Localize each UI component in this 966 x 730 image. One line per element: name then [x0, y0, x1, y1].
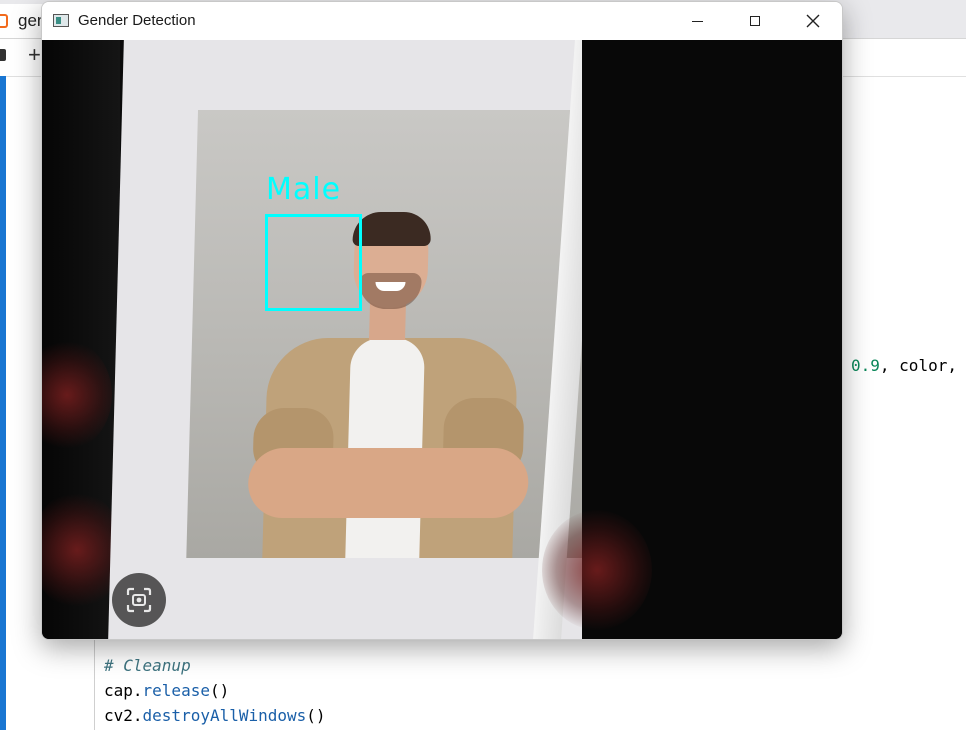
- gender-detection-window: Gender Detection Male: [41, 1, 843, 640]
- maximize-button[interactable]: [726, 2, 784, 40]
- add-cell-icon[interactable]: +: [28, 44, 41, 66]
- person-smile: [375, 282, 406, 291]
- maximize-icon: [750, 16, 760, 26]
- minimize-icon: [691, 20, 703, 22]
- notebook-icon: [0, 14, 8, 28]
- light-glow: [542, 510, 652, 630]
- person-crossed-arms: [247, 448, 530, 518]
- app-window-icon: [53, 14, 69, 27]
- screenshot-icon: [126, 587, 152, 613]
- camera-feed: Male: [42, 40, 842, 639]
- face-detection-box: [265, 214, 362, 311]
- window-title: Gender Detection: [78, 12, 196, 29]
- screenshot-button[interactable]: [112, 573, 166, 627]
- code-comment: # Cleanup: [104, 656, 191, 675]
- active-cell-indicator: [0, 76, 6, 730]
- close-button[interactable]: [784, 2, 842, 40]
- person-beard: [358, 273, 422, 309]
- cell-gutter-divider: [94, 640, 95, 730]
- phone-screen: [108, 40, 617, 639]
- code-line: cv2.destroyAllWindows(): [104, 706, 326, 725]
- code-line: cap.release(): [104, 681, 230, 700]
- person-hair: [352, 212, 432, 246]
- save-icon[interactable]: [0, 49, 6, 61]
- gender-label: Male: [266, 172, 342, 207]
- code-line: 0.9, color,: [851, 356, 957, 375]
- close-icon: [806, 14, 820, 28]
- minimize-button[interactable]: [668, 2, 726, 40]
- title-bar[interactable]: Gender Detection: [42, 2, 842, 40]
